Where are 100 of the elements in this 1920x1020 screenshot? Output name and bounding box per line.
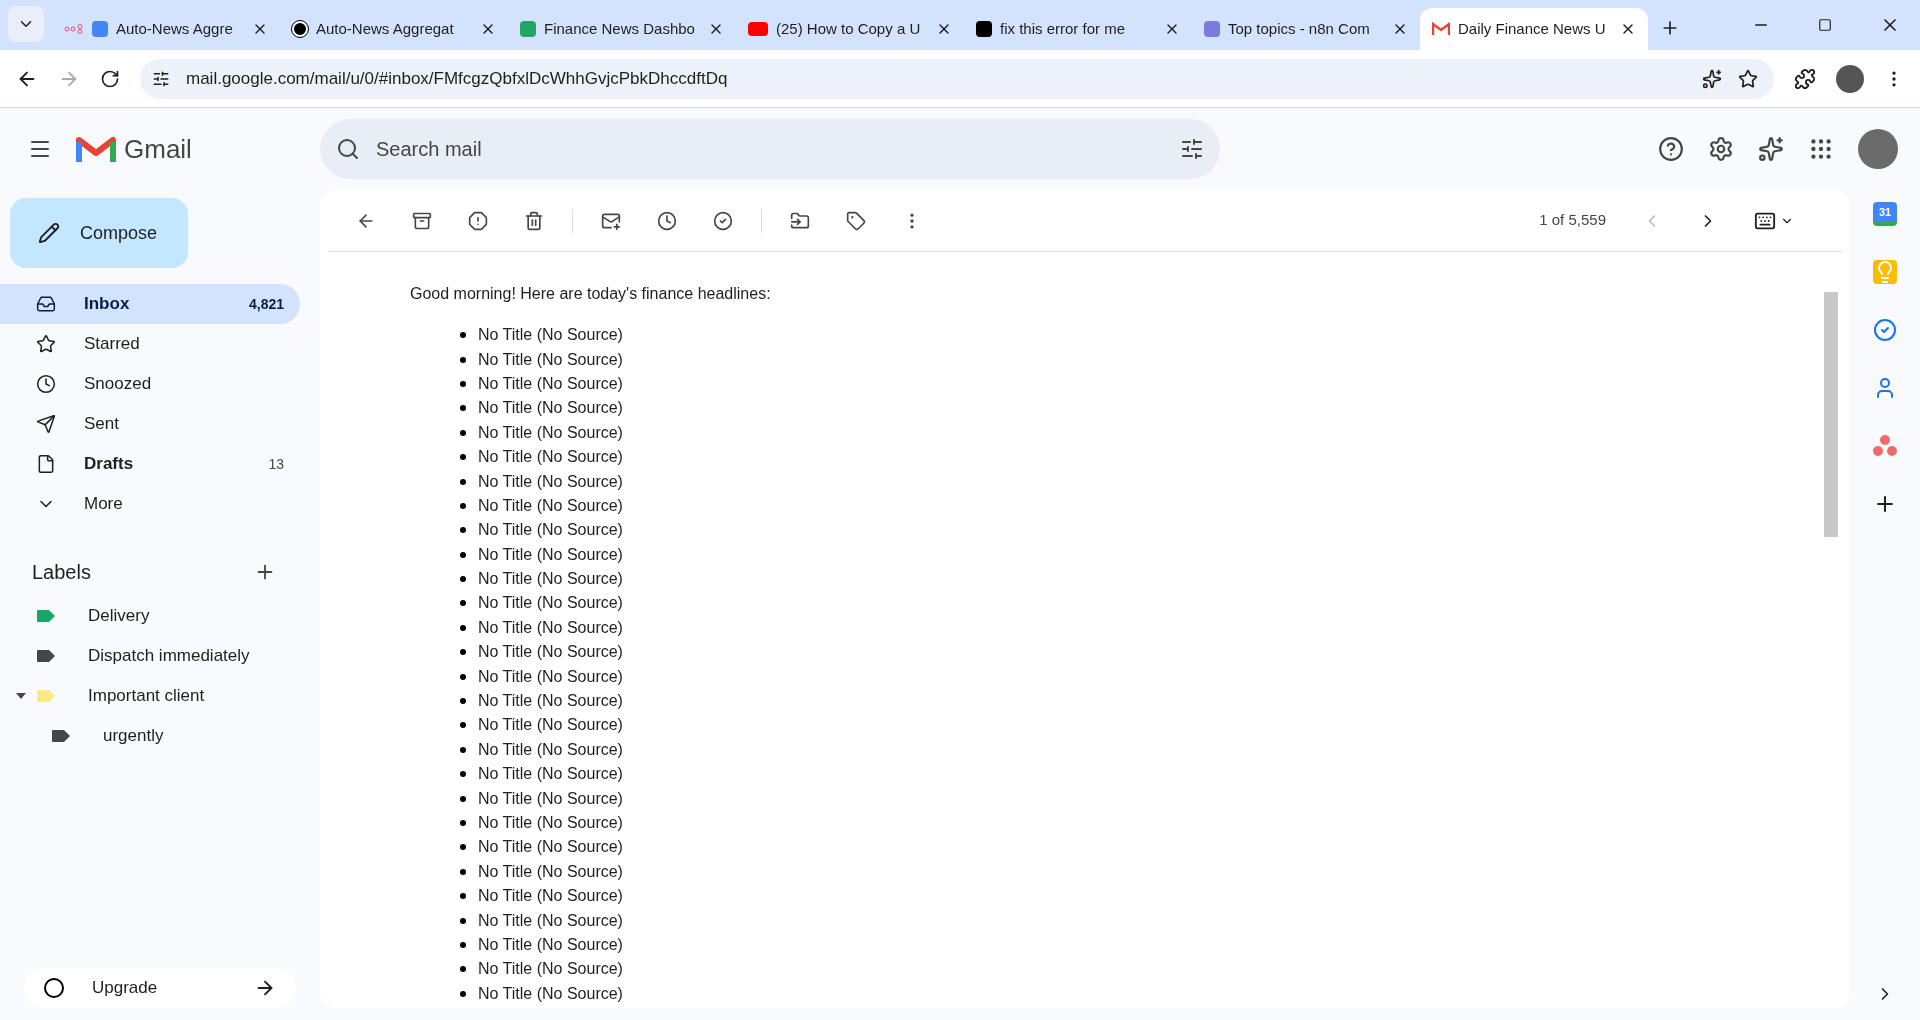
browser-tab[interactable]: (25) How to Copy a U: [736, 8, 964, 50]
bullet-icon: [460, 502, 466, 509]
headline-text: No Title (No Source): [478, 471, 623, 492]
headline-text: No Title (No Source): [478, 495, 623, 516]
headline-text: No Title (No Source): [478, 325, 623, 346]
bullet-icon: [460, 966, 466, 973]
headline-text: No Title (No Source): [478, 447, 623, 468]
headline-text: No Title (No Source): [478, 422, 623, 443]
tab-title: fix this error for me: [1000, 18, 1127, 39]
task-icon[interactable]: [713, 210, 733, 231]
search-placeholder: Search mail: [376, 137, 483, 162]
tab-title: (25) How to Copy a U: [776, 18, 922, 39]
headline-text: No Title (No Source): [478, 886, 623, 907]
send-icon: [36, 414, 56, 434]
url-text: mail.google.com/mail/u/0/#inbox/FMfcgzQbfxlDcWhhGvjcPbkDhccdftDq: [186, 67, 728, 90]
dots-icon[interactable]: [1872, 434, 1898, 458]
settings-icon[interactable]: [1708, 136, 1734, 162]
nav-item[interactable]: Starred: [0, 324, 300, 364]
restore-icon[interactable]: [1818, 18, 1832, 32]
gmail-logo-icon: [76, 134, 116, 164]
spam-icon[interactable]: [468, 210, 488, 231]
apps-icon[interactable]: [1808, 136, 1834, 162]
headline-text: No Title (No Source): [478, 520, 623, 541]
bullet-icon: [460, 795, 466, 802]
browser-tab[interactable]: fix this error for me: [964, 8, 1192, 50]
pencil-icon: [38, 222, 60, 244]
label-name: Important client: [88, 685, 205, 708]
headline-text: No Title (No Source): [478, 934, 623, 955]
move-icon[interactable]: [790, 210, 810, 231]
nav-item[interactable]: Sent: [0, 404, 300, 444]
upgrade-button[interactable]: Upgrade: [24, 968, 296, 1008]
clock-icon: [36, 374, 56, 394]
browser-tab[interactable]: Finance News Dashbo: [508, 8, 736, 50]
site-settings-icon[interactable]: [152, 69, 170, 88]
label-item[interactable]: Delivery: [0, 596, 320, 636]
nav-label: Inbox: [84, 293, 131, 316]
avatar[interactable]: [1836, 64, 1864, 93]
headline-text: No Title (No Source): [478, 983, 623, 1004]
headline-text: No Title (No Source): [478, 959, 623, 980]
archive-icon[interactable]: [412, 210, 432, 231]
bullet-icon: [460, 990, 466, 997]
nav-label: Drafts: [84, 453, 135, 476]
bullet-icon: [460, 454, 466, 461]
expand-caret-icon[interactable]: [16, 693, 26, 699]
nav-item[interactable]: Snoozed: [0, 364, 300, 404]
headline-text: No Title (No Source): [478, 691, 623, 712]
headline-text: No Title (No Source): [478, 593, 623, 614]
file-icon: [36, 454, 56, 474]
label-item[interactable]: urgently: [0, 716, 320, 756]
nav-count: 4,821: [248, 294, 284, 314]
bullet-icon: [460, 941, 466, 948]
filter-icon[interactable]: [1180, 137, 1204, 161]
bullet-icon: [460, 746, 466, 753]
nav-label: Snoozed: [84, 373, 153, 396]
browser-tab[interactable]: Top topics - n8n Com: [1192, 8, 1420, 50]
headline-text: No Title (No Source): [478, 617, 623, 638]
bullet-icon: [460, 527, 466, 534]
headline-text: No Title (No Source): [478, 910, 623, 931]
nodes-icon: [1204, 21, 1220, 37]
headline-text: No Title (No Source): [478, 837, 623, 858]
browser-tab[interactable]: Auto-News Aggregat: [280, 8, 508, 50]
bullet-icon: [460, 576, 466, 583]
bullet-icon: [460, 551, 466, 558]
bookmark-icon[interactable]: [1738, 68, 1758, 89]
headline-text: No Title (No Source): [478, 642, 623, 663]
sparkle-icon[interactable]: [1758, 136, 1784, 162]
search-icon: [336, 137, 360, 161]
nav-label: Sent: [84, 413, 120, 436]
avatar[interactable]: [1858, 129, 1898, 169]
reload-icon[interactable]: [100, 68, 120, 89]
label-item[interactable]: Important client: [0, 676, 320, 716]
headline-text: No Title (No Source): [478, 813, 623, 833]
help-icon[interactable]: [1658, 136, 1684, 162]
nav-item[interactable]: More: [0, 484, 300, 524]
tab-title: Auto-News Aggre: [116, 18, 234, 39]
inbox-icon: [36, 294, 56, 314]
nav-count: 13: [268, 454, 284, 474]
bullet-icon: [460, 844, 466, 851]
headline-text: No Title (No Source): [478, 764, 623, 785]
browser-tab[interactable]: Daily Finance News U: [1420, 8, 1648, 50]
bullet-icon: [460, 332, 466, 339]
check-icon[interactable]: [1873, 318, 1897, 342]
tab-title: Top topics - n8n Com: [1228, 18, 1371, 39]
bullet-icon: [460, 600, 466, 607]
nav-item[interactable]: Drafts 13: [0, 444, 300, 484]
address-bar[interactable]: mail.google.com/mail/u/0/#inbox/FMfcgzQbfxlDcWhhGvjcPbkDhccdftDq: [140, 58, 1774, 99]
label-item[interactable]: Dispatch immediately: [0, 636, 320, 676]
compose-button[interactable]: Compose: [10, 198, 188, 268]
headline-text: No Title (No Source): [478, 666, 623, 687]
delete-icon[interactable]: [524, 210, 544, 231]
label-icon[interactable]: [846, 210, 866, 231]
snooze-icon[interactable]: [657, 210, 677, 231]
nav-item[interactable]: Inbox 4,821: [0, 284, 300, 324]
extensions-icon[interactable]: [1794, 67, 1816, 90]
search-field[interactable]: Search mail: [320, 119, 1220, 179]
browser-tab[interactable]: Auto-News Aggre: [52, 8, 280, 50]
calendar-icon[interactable]: 31: [1873, 202, 1897, 226]
nav-label: More: [84, 493, 124, 516]
bullet-icon: [460, 405, 466, 412]
greeting-text: Good morning! Here are today's finance headlines:: [410, 284, 772, 304]
